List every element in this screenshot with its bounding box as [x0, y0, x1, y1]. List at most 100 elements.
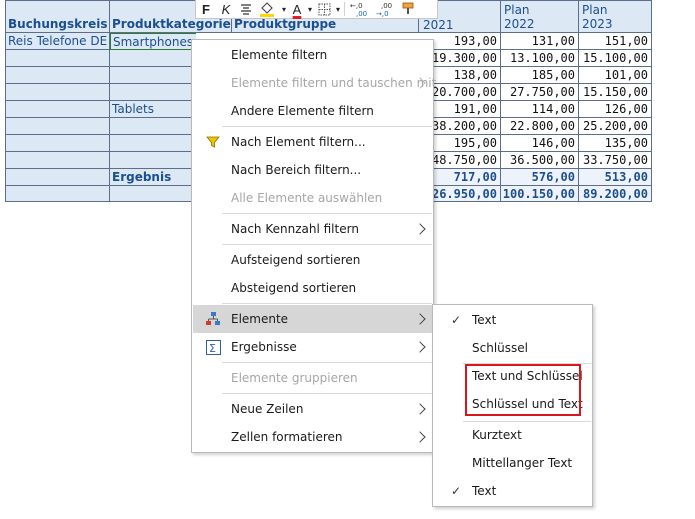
checkmark-icon: ✓ — [451, 484, 462, 498]
bold-button[interactable]: F — [196, 0, 216, 18]
table-cell[interactable]: 22.800,00 — [501, 118, 579, 135]
menu-item-elemente[interactable]: Elemente — [193, 305, 432, 333]
toolbar-divider — [344, 2, 345, 16]
row-label-empty — [5, 118, 110, 135]
italic-button[interactable]: K — [216, 0, 236, 18]
menu-item-label: Elemente filtern und tauschen mit — [231, 76, 437, 90]
decrease-decimal-icon[interactable]: ,00 →,0 — [373, 0, 399, 18]
chevron-down-icon[interactable]: ▾ — [306, 0, 314, 18]
header-cell-2023[interactable]: Plan 2023 — [579, 0, 652, 33]
submenu-item-text[interactable]: ✓ Text — [434, 306, 591, 334]
menu-item-aufsteigend-sortieren[interactable]: Aufsteigend sortieren — [193, 246, 432, 274]
chevron-down-icon[interactable]: ▾ — [334, 0, 342, 18]
row-label-company[interactable]: Reis Telefone DE — [5, 33, 110, 50]
table-cell[interactable]: 25.200,00 — [579, 118, 652, 135]
chevron-right-icon — [414, 223, 426, 235]
row-label-empty — [5, 186, 110, 202]
row-label-empty — [5, 101, 110, 118]
row-label-empty — [5, 135, 110, 152]
table-cell[interactable]: 36.500,00 — [501, 152, 579, 169]
mini-toolbar: F K ▾ A ▾ ▾ ←,0,00 ,00 →,0 — [195, 0, 438, 19]
chevron-right-icon — [414, 341, 426, 353]
svg-text:,00: ,00 — [356, 10, 367, 17]
menu-item-nach-bereich-filtern[interactable]: Nach Bereich filtern... — [193, 156, 432, 184]
row-label-empty — [5, 169, 110, 186]
row-label-empty — [110, 152, 196, 169]
menu-item-filtern-und-tauschen: Elemente filtern und tauschen mit — [193, 69, 436, 97]
submenu-item-label: Schlüssel — [472, 341, 528, 355]
table-cell[interactable]: 15.150,00 — [579, 84, 652, 101]
menu-separator — [222, 213, 432, 214]
chevron-right-icon — [414, 403, 426, 415]
borders-icon[interactable] — [314, 0, 334, 18]
menu-item-label: Ergebnisse — [231, 340, 297, 354]
svg-text:→,0: →,0 — [376, 10, 389, 17]
menu-item-andere-elemente-filtern[interactable]: Andere Elemente filtern — [193, 97, 432, 125]
menu-item-ergebnisse[interactable]: Σ Ergebnisse — [193, 333, 432, 361]
format-painter-icon[interactable] — [399, 0, 417, 18]
row-label-empty — [110, 186, 196, 202]
submenu-item-kurztext[interactable]: Kurztext — [434, 421, 591, 449]
svg-text:,00: ,00 — [381, 2, 392, 10]
menu-item-label: Aufsteigend sortieren — [231, 253, 361, 267]
submenu-item-schluessel[interactable]: Schlüssel — [434, 334, 591, 362]
chevron-down-icon[interactable]: ▾ — [280, 0, 288, 18]
submenu-item-label: Text — [472, 484, 497, 498]
submenu-item-mittellanger-text[interactable]: Mittellanger Text — [434, 449, 591, 477]
table-cell[interactable]: 185,00 — [501, 67, 579, 84]
submenu-item-label: Text — [472, 313, 497, 327]
row-label-ergebnis[interactable]: Ergebnis — [110, 169, 196, 186]
menu-item-elemente-filtern[interactable]: Elemente filtern — [193, 41, 432, 69]
submenu-item-schluessel-und-text[interactable]: Schlüssel und Text — [434, 390, 591, 418]
table-cell[interactable]: 126,00 — [579, 101, 652, 118]
menu-item-label: Nach Bereich filtern... — [231, 163, 362, 177]
table-cell[interactable]: 576,00 — [501, 169, 579, 186]
row-label-tablets[interactable]: Tablets — [110, 101, 196, 118]
table-cell[interactable]: 513,00 — [579, 169, 652, 186]
row-label-empty — [5, 84, 110, 101]
table-cell[interactable]: 131,00 — [501, 33, 579, 50]
submenu-item-text-und-schluessel[interactable]: Text und Schlüssel — [434, 362, 591, 390]
align-center-icon[interactable] — [236, 0, 256, 18]
menu-separator — [222, 393, 432, 394]
menu-item-neue-zeilen[interactable]: Neue Zeilen — [193, 395, 432, 423]
row-label-empty — [110, 118, 196, 135]
menu-item-absteigend-sortieren[interactable]: Absteigend sortieren — [193, 274, 432, 302]
menu-item-zellen-formatieren[interactable]: Zellen formatieren — [193, 423, 432, 451]
menu-item-label: Elemente filtern — [231, 48, 328, 62]
increase-decimal-icon[interactable]: ←,0,00 — [347, 0, 373, 18]
header-2022-plan: Plan — [504, 3, 530, 17]
table-cell[interactable]: 27.750,00 — [501, 84, 579, 101]
table-cell[interactable]: 89.200,00 — [579, 186, 652, 202]
menu-item-label: Elemente gruppieren — [231, 371, 358, 385]
menu-item-label: Alle Elemente auswählen — [231, 191, 383, 205]
table-cell[interactable]: 100.150,00 — [501, 186, 579, 202]
header-cell-buchungskreis[interactable]: Buchungskreis — [5, 0, 110, 33]
row-label-empty — [110, 50, 196, 67]
table-cell[interactable]: 15.100,00 — [579, 50, 652, 67]
fill-color-icon[interactable] — [256, 0, 280, 18]
menu-item-nach-kennzahl-filtern[interactable]: Nach Kennzahl filtern — [193, 215, 432, 243]
svg-text:←,0: ←,0 — [350, 2, 363, 10]
submenu-item-text-2[interactable]: ✓ Text — [434, 477, 591, 505]
menu-separator — [222, 303, 432, 304]
header-cell-2022[interactable]: Plan 2022 — [501, 0, 579, 33]
header-2021-year: 2021 — [423, 18, 454, 32]
row-label-empty — [110, 84, 196, 101]
table-cell[interactable]: 33.750,00 — [579, 152, 652, 169]
row-label-smartphones[interactable]: Smartphones — [110, 33, 196, 50]
table-cell[interactable]: 151,00 — [579, 33, 652, 50]
table-cell[interactable]: 101,00 — [579, 67, 652, 84]
table-cell[interactable]: 13.100,00 — [501, 50, 579, 67]
header-2022-year: 2022 — [504, 17, 535, 31]
menu-item-nach-element-filtern[interactable]: Nach Element filtern... — [193, 128, 432, 156]
menu-item-label: Neue Zeilen — [231, 402, 304, 416]
table-cell[interactable]: 146,00 — [501, 135, 579, 152]
table-cell[interactable]: 135,00 — [579, 135, 652, 152]
font-color-button[interactable]: A — [288, 0, 306, 18]
menu-item-elemente-gruppieren: Elemente gruppieren — [193, 364, 432, 392]
row-label-empty — [5, 67, 110, 84]
row-label-empty — [110, 135, 196, 152]
table-cell[interactable]: 114,00 — [501, 101, 579, 118]
elemente-submenu: ✓ Text Schlüssel Text und Schlüssel Schl… — [432, 304, 593, 507]
